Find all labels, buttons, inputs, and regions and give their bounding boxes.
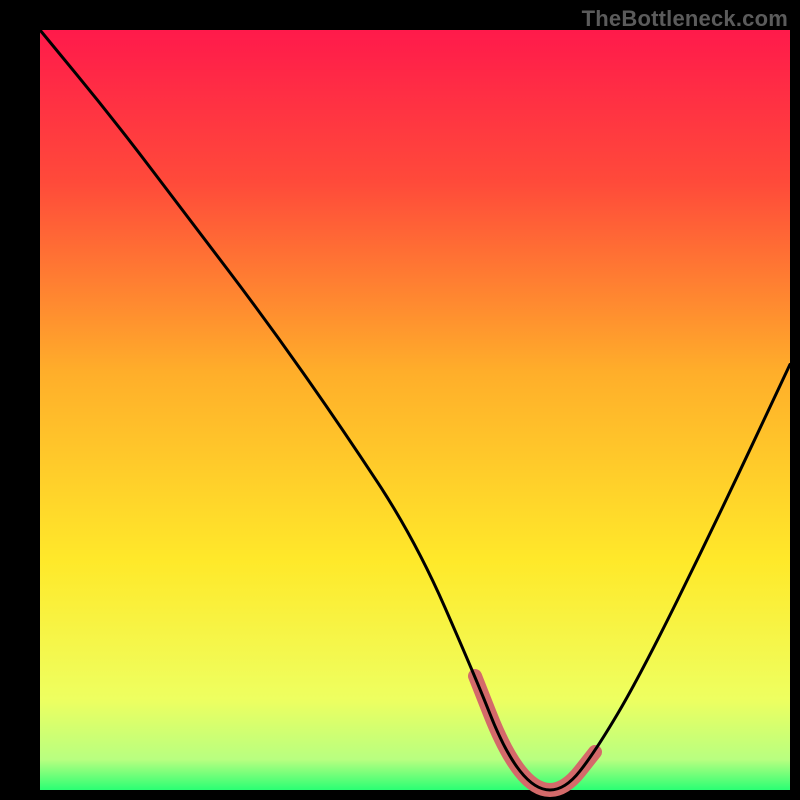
chart-stage: TheBottleneck.com bbox=[0, 0, 800, 800]
plot-background bbox=[40, 30, 790, 790]
attribution-label: TheBottleneck.com bbox=[582, 6, 788, 32]
bottleneck-chart bbox=[0, 0, 800, 800]
